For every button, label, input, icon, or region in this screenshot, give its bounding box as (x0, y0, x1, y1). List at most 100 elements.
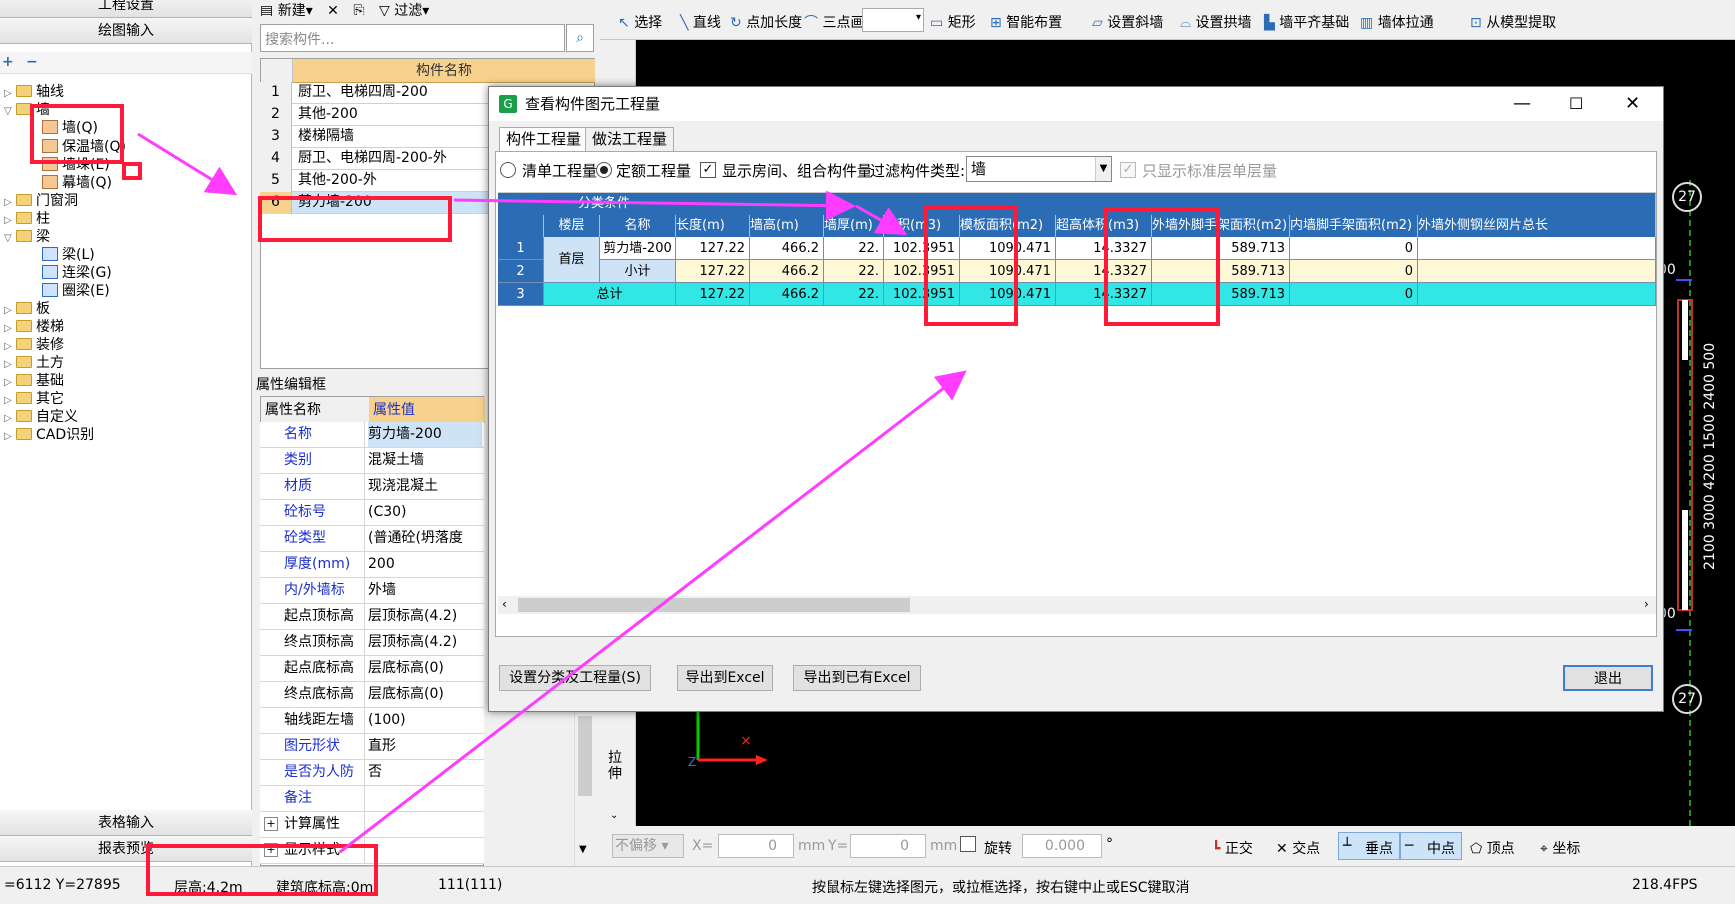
property-row[interactable]: 起点顶标高 层顶标高(4.2) (260, 604, 484, 630)
h-scroll-thumb[interactable] (518, 598, 910, 612)
property-value[interactable]: 剪力墙-200 (368, 422, 482, 447)
expand-toggle-icon[interactable]: ▽ (4, 229, 16, 249)
toolbar-item-2[interactable]: ↻ 点加长度 (730, 12, 802, 32)
expand-toggle-icon[interactable]: ▷ (4, 427, 16, 447)
toolbar-item-9[interactable]: ▥ 墙体拉通 (1360, 12, 1434, 32)
scroll-thumb[interactable] (578, 716, 592, 796)
mid-button[interactable]: ─ 中点 (1400, 832, 1462, 860)
property-row[interactable]: 终点底标高 层底标高(0) (260, 682, 484, 708)
search-box[interactable]: 搜索构件... (260, 24, 565, 52)
property-value[interactable]: 混凝土墙 (368, 448, 482, 473)
property-row[interactable]: 砼标号 (C30) (260, 500, 484, 526)
rotate-checkbox[interactable] (960, 836, 976, 852)
property-value[interactable]: 层底标高(0) (368, 656, 482, 681)
stretch-tool[interactable]: 拉伸 (608, 750, 626, 782)
table-header[interactable]: 楼层 (544, 215, 600, 237)
vertex-button[interactable]: ⬠ 顶点 (1470, 838, 1515, 858)
tree-folder[interactable]: ▷ 土方 (4, 353, 64, 373)
toolbar-item-8[interactable]: ▙ 墙平齐基础 (1264, 12, 1349, 32)
property-row[interactable]: 轴线距左墙 (100) (260, 708, 484, 734)
table-input-header[interactable]: 表格输入 (0, 810, 252, 836)
tree-folder[interactable]: ▽ 梁 (4, 227, 50, 247)
more-tools-icon[interactable]: ⌄ (610, 810, 618, 821)
property-row[interactable]: 类别 混凝土墙 (260, 448, 484, 474)
scroll-down-icon[interactable]: ▼ (579, 844, 587, 855)
filter-type-select[interactable]: 墙 ▼ (966, 156, 1112, 182)
property-value[interactable]: (C30) (368, 500, 482, 525)
property-value[interactable]: 直形 (368, 734, 482, 759)
offset-select[interactable]: 不偏移 ▾ (612, 834, 684, 858)
delete-icon[interactable]: ✕ (327, 3, 339, 16)
radio-list[interactable] (500, 162, 516, 178)
tree-folder[interactable]: ▷ 自定义 (4, 407, 78, 427)
tree-folder[interactable]: ▷ CAD识别 (4, 425, 94, 445)
tree-item[interactable]: 连梁(G) (42, 263, 112, 283)
tree-item[interactable]: 梁(L) (42, 245, 95, 265)
property-row[interactable]: 砼类型 (普通砼(坍落度 (260, 526, 484, 552)
tree-folder[interactable]: ▷ 柱 (4, 209, 50, 229)
table-header[interactable]: 墙高(m) (750, 215, 824, 237)
property-value[interactable]: 层顶标高(4.2) (368, 604, 482, 629)
search-icon[interactable]: ⌕ (566, 24, 594, 52)
property-value[interactable]: (普通砼(坍落度 (368, 526, 482, 551)
project-settings-header[interactable]: 工程设置 (0, 0, 252, 18)
table-header[interactable]: 名称 (600, 215, 676, 237)
tree-folder[interactable]: ▷ 基础 (4, 371, 64, 391)
table-header[interactable]: 长度(m) (676, 215, 750, 237)
toolbar-item-0[interactable]: ↖ 选择 (618, 12, 662, 32)
toolbar-item-1[interactable]: ╲ 直线 (680, 12, 721, 32)
minimize-icon[interactable]: — (1513, 87, 1531, 121)
rotate-input[interactable]: 0.000 (1022, 834, 1102, 858)
perp-button[interactable]: ┴ 垂点 (1338, 832, 1400, 860)
property-row[interactable]: + 计算属性 (260, 812, 484, 838)
export-existing-excel-button[interactable]: 导出到已有Excel (793, 665, 921, 691)
check-room[interactable]: ✓ (700, 162, 716, 178)
property-row[interactable]: 是否为人防否 (260, 760, 484, 786)
search-input[interactable]: 搜索构件... (265, 29, 334, 49)
collapse-all-icon[interactable]: − (26, 54, 38, 70)
table-header[interactable]: 墙厚(m) (824, 215, 884, 237)
arc-mode-select[interactable]: ▾ (862, 8, 924, 32)
property-row[interactable]: 备注 (260, 786, 484, 812)
table-header[interactable]: 内墙脚手架面积(m2) (1290, 215, 1418, 237)
exit-button[interactable]: 退出 (1563, 665, 1653, 691)
y-input[interactable]: 0 (850, 834, 926, 858)
toolbar-item-6[interactable]: ▱ 设置斜墙 (1092, 12, 1163, 32)
property-value[interactable]: 现浇混凝土 (368, 474, 482, 499)
intersect-button[interactable]: ✕ 交点 (1276, 838, 1320, 858)
scroll-right-icon[interactable]: › (1644, 597, 1649, 611)
property-value[interactable]: 层底标高(0) (368, 682, 482, 707)
property-row[interactable]: 材质 现浇混凝土 (260, 474, 484, 500)
tab-component-quantity[interactable]: 构件工程量 (499, 127, 589, 151)
property-row[interactable]: 终点顶标高 层顶标高(4.2) (260, 630, 484, 656)
tree-folder[interactable]: ▷ 轴线 (4, 82, 64, 102)
table-header[interactable]: 外墙外侧钢丝网片总长 (1418, 215, 1656, 237)
copy-icon[interactable]: ⎘ (353, 3, 364, 16)
tree-folder[interactable]: ▷ 门窗洞 (4, 191, 78, 211)
property-value[interactable]: (100) (368, 708, 482, 733)
filter-button[interactable]: ▽ 过滤▾ (379, 0, 429, 16)
property-row[interactable]: 起点底标高 层底标高(0) (260, 656, 484, 682)
ortho-button[interactable]: ┗ 正交 (1212, 838, 1253, 858)
property-value[interactable]: 层顶标高(4.2) (368, 630, 482, 655)
tree-folder[interactable]: ▷ 板 (4, 299, 50, 319)
radio-quota[interactable] (596, 162, 612, 178)
property-value[interactable]: 否 (368, 760, 482, 785)
new-button[interactable]: ▤ 新建▾ (260, 0, 313, 16)
horizontal-scrollbar[interactable]: ‹ › (498, 596, 1656, 614)
tree-folder[interactable]: ▷ 装修 (4, 335, 64, 355)
toolbar-item-4[interactable]: ▭ 矩形 (930, 12, 976, 32)
property-value[interactable]: 外墙 (368, 578, 482, 603)
export-excel-button[interactable]: 导出到Excel (677, 665, 773, 691)
draw-input-header[interactable]: 绘图输入 (0, 18, 252, 44)
expand-all-icon[interactable]: + (2, 54, 14, 70)
coord-button[interactable]: ⌖ 坐标 (1540, 838, 1580, 858)
tree-folder[interactable]: ▷ 楼梯 (4, 317, 64, 337)
property-row[interactable]: 厚度(mm) 200 (260, 552, 484, 578)
property-value[interactable]: 200 (368, 552, 482, 577)
toolbar-item-10[interactable]: ⊡ 从模型提取 (1470, 12, 1556, 32)
tab-method-quantity[interactable]: 做法工程量 (585, 127, 675, 151)
property-row[interactable]: 图元形状 直形 (260, 734, 484, 760)
tree-folder[interactable]: ▷ 其它 (4, 389, 64, 409)
property-row[interactable]: 名称 剪力墙-200 (260, 422, 484, 448)
